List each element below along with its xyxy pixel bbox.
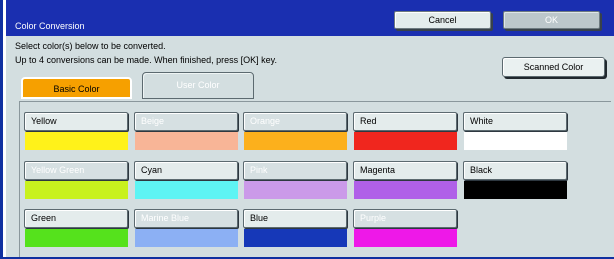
color-swatch-purple	[354, 229, 457, 247]
color-button-cyan[interactable]: Cyan	[134, 161, 238, 180]
color-swatch-magenta	[354, 181, 457, 199]
color-cell-white: White	[463, 112, 567, 150]
color-swatch-red	[354, 132, 457, 150]
color-swatch-beige	[135, 132, 238, 150]
color-button-purple[interactable]: Purple	[353, 209, 457, 228]
color-cell-beige: Beige	[134, 112, 238, 150]
instruction-line-2: Up to 4 conversions can be made. When fi…	[15, 55, 277, 65]
color-button-orange[interactable]: Orange	[243, 112, 347, 131]
color-cell-yellow-green: Yellow Green	[24, 161, 128, 199]
color-button-blue[interactable]: Blue	[243, 209, 347, 228]
tab-basic-color[interactable]: Basic Color	[21, 77, 132, 99]
color-swatch-marine-blue	[135, 229, 238, 247]
color-cell-marine-blue: Marine Blue	[134, 209, 238, 247]
title-bar: Color Conversion Cancel OK	[6, 0, 614, 36]
color-swatch-yellow	[25, 132, 128, 150]
color-cell-cyan: Cyan	[134, 161, 238, 199]
color-swatch-cyan	[135, 181, 238, 199]
color-swatch-orange	[244, 132, 347, 150]
color-button-yellow-green[interactable]: Yellow Green	[24, 161, 128, 180]
color-swatch-blue	[244, 229, 347, 247]
cancel-button[interactable]: Cancel	[394, 11, 491, 29]
color-swatch-black	[464, 181, 567, 199]
tab-user-color[interactable]: User Color	[142, 72, 254, 99]
color-cell-magenta: Magenta	[353, 161, 457, 199]
ok-button[interactable]: OK	[503, 11, 600, 29]
color-cell-pink: Pink	[243, 161, 347, 199]
scanned-color-button[interactable]: Scanned Color	[502, 57, 605, 77]
window-title: Color Conversion	[15, 21, 85, 31]
color-swatch-white	[464, 132, 567, 150]
color-cell-orange: Orange	[243, 112, 347, 150]
color-button-white[interactable]: White	[463, 112, 567, 131]
color-button-red[interactable]: Red	[353, 112, 457, 131]
color-cell-purple: Purple	[353, 209, 457, 247]
color-button-beige[interactable]: Beige	[134, 112, 238, 131]
color-button-pink[interactable]: Pink	[243, 161, 347, 180]
color-swatch-pink	[244, 181, 347, 199]
color-button-green[interactable]: Green	[24, 209, 128, 228]
color-swatch-green	[25, 229, 128, 247]
color-cell-yellow: Yellow	[24, 112, 128, 150]
color-button-yellow[interactable]: Yellow	[24, 112, 128, 131]
color-button-black[interactable]: Black	[463, 161, 567, 180]
color-swatch-yellow-green	[25, 181, 128, 199]
color-cell-red: Red	[353, 112, 457, 150]
color-cell-black: Black	[463, 161, 567, 199]
color-cell-blue: Blue	[243, 209, 347, 247]
color-button-magenta[interactable]: Magenta	[353, 161, 457, 180]
instruction-line-1: Select color(s) below to be converted.	[15, 41, 166, 51]
color-cell-green: Green	[24, 209, 128, 247]
color-button-marine-blue[interactable]: Marine Blue	[134, 209, 238, 228]
color-conversion-window: Color Conversion Cancel OK Select color(…	[0, 0, 614, 259]
